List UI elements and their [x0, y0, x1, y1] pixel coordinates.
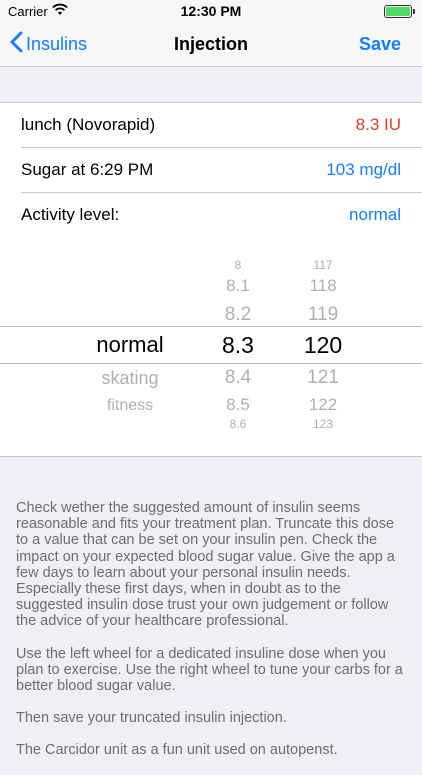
sugar-row[interactable]: Sugar at 6:29 PM 103 mg/dl [21, 148, 422, 193]
carbs-wheel-item[interactable]: 123 [288, 417, 358, 431]
status-bar: Carrier 12:30 PM [0, 0, 422, 22]
save-button[interactable]: Save [359, 34, 401, 55]
carbs-wheel-item[interactable]: 121 [288, 367, 358, 389]
info-paragraph: Then save your truncated insulin injecti… [16, 710, 287, 727]
activity-wheel-item[interactable]: skating [60, 368, 200, 389]
activity-wheel-item[interactable]: fitness [60, 397, 200, 415]
dose-wheel-item[interactable]: 8.2 [204, 304, 272, 326]
info-paragraph: Check wether the suggested amount of ins… [16, 500, 395, 630]
insulin-dose-value: 8.3 IU [355, 115, 401, 134]
activity-label: Activity level: [21, 205, 120, 224]
activity-value: normal [349, 205, 401, 224]
activity-wheel-item[interactable]: normal [60, 332, 200, 358]
dose-wheel-item[interactable]: 8.6 [204, 417, 272, 431]
insulin-dose-row[interactable]: lunch (Novorapid) 8.3 IU [21, 103, 422, 148]
carbs-wheel-item[interactable]: 118 [288, 276, 358, 296]
dose-wheel-item[interactable]: 8.1 [204, 276, 272, 296]
carbs-wheel-item[interactable]: 119 [288, 304, 358, 326]
info-paragraph: Use the left wheel for a dedicated insul… [16, 645, 403, 695]
insulin-dose-label: lunch (Novorapid) [21, 115, 156, 134]
carbs-wheel-item[interactable]: 120 [288, 332, 358, 359]
activity-row[interactable]: Activity level: normal [21, 193, 422, 238]
dose-wheel-item[interactable]: 8.5 [204, 395, 272, 415]
dose-wheel-item[interactable]: 8.3 [204, 332, 272, 359]
battery-icon [384, 5, 415, 18]
sugar-value: 103 mg/dl [326, 160, 401, 179]
dose-wheel-item[interactable]: 8 [204, 258, 272, 272]
dose-wheel-item[interactable]: 8.4 [204, 367, 272, 389]
info-paragraph: The Carcidor unit as a fun unit used on … [16, 742, 338, 759]
injection-table: lunch (Novorapid) 8.3 IU Sugar at 6:29 P… [0, 102, 422, 238]
sugar-label: Sugar at 6:29 PM [21, 160, 154, 179]
clock: 12:30 PM [180, 3, 242, 19]
carbs-wheel-item[interactable]: 122 [288, 395, 358, 415]
picker-wheels[interactable]: normal skating fitness 8 8.1 8.2 8.3 8.4… [0, 236, 422, 457]
carbs-wheel-item[interactable]: 117 [288, 258, 358, 272]
navigation-bar: Insulins Injection Save [0, 22, 422, 67]
info-text: Check wether the suggested amount of ins… [16, 500, 408, 775]
